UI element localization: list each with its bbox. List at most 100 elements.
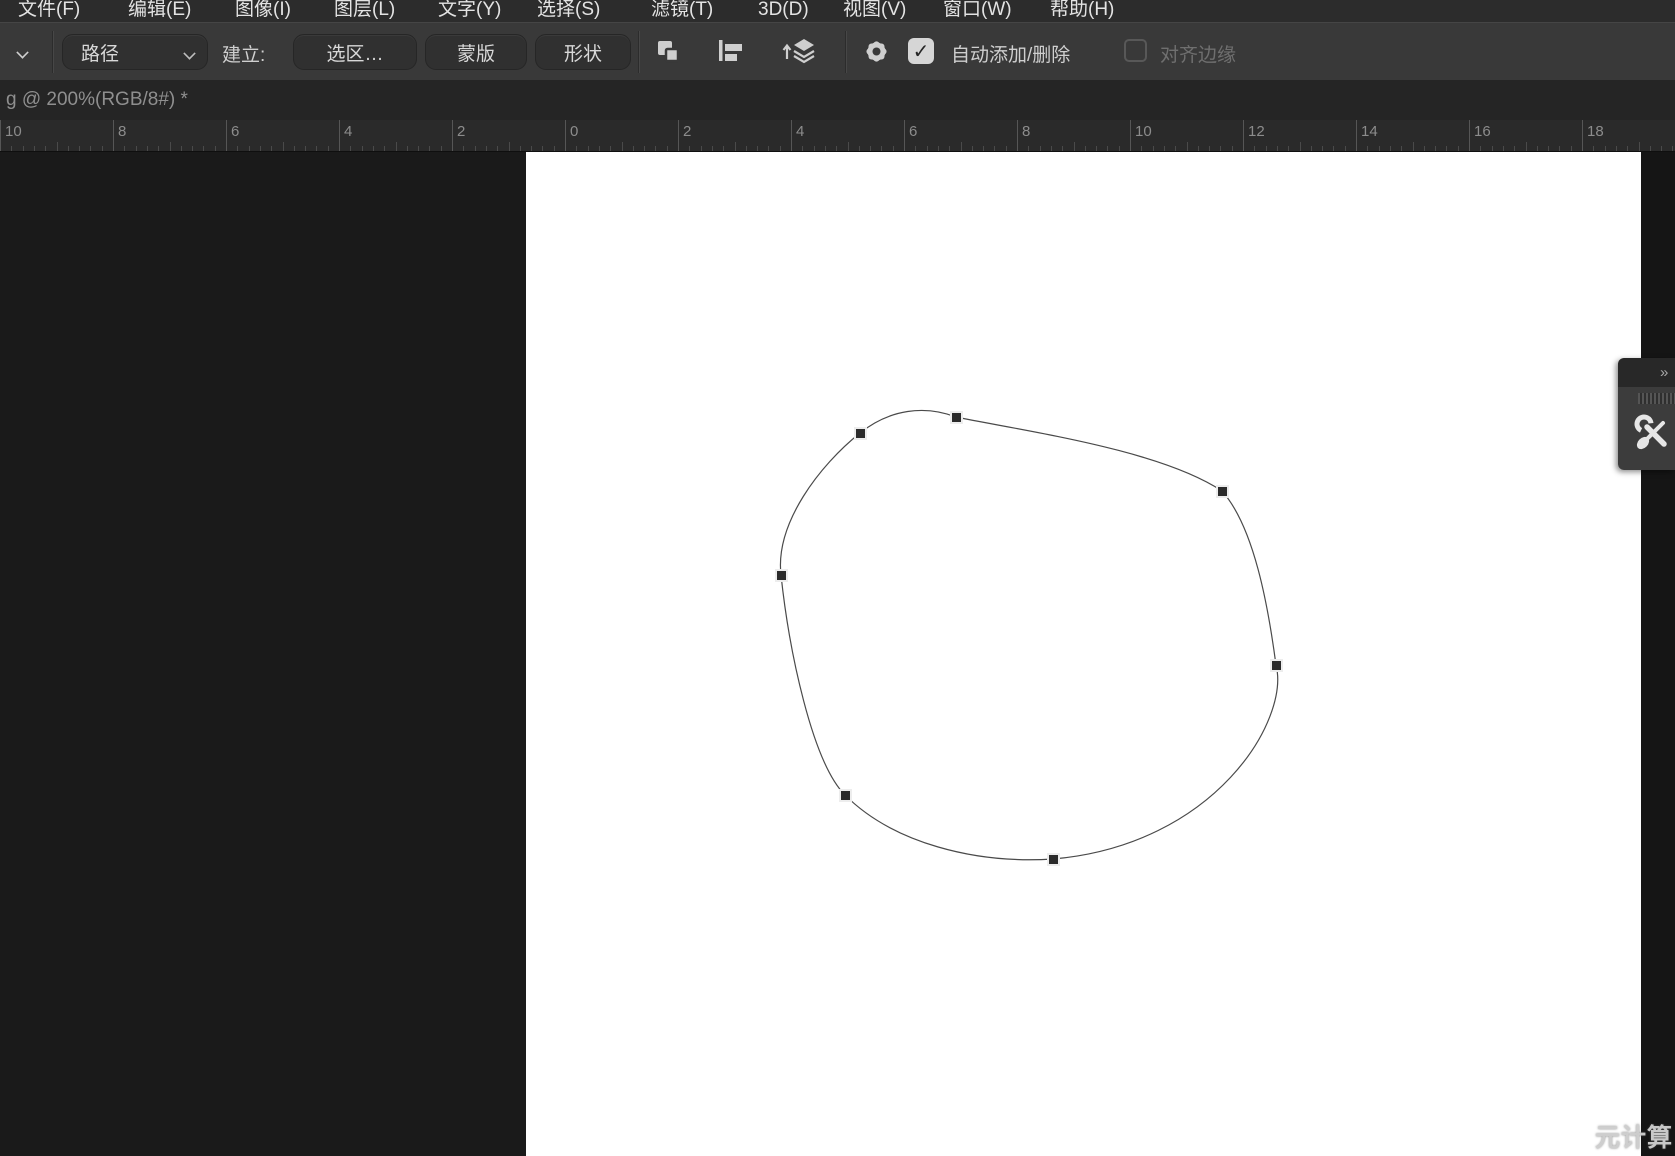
ruler-tick bbox=[1571, 146, 1572, 151]
ruler-tick bbox=[170, 142, 171, 151]
ruler-label: 16 bbox=[1474, 123, 1491, 140]
ruler-tick bbox=[0, 120, 1, 151]
panel-grip-handle[interactable] bbox=[1638, 393, 1675, 404]
ruler-tick bbox=[1582, 120, 1583, 151]
ruler-tick bbox=[1006, 146, 1007, 151]
path-operations-icon[interactable] bbox=[654, 37, 682, 65]
ruler-tick bbox=[1661, 146, 1662, 151]
ruler-tick bbox=[1028, 146, 1029, 151]
ruler-tick bbox=[1480, 146, 1481, 151]
ruler-label: 0 bbox=[570, 123, 578, 140]
ruler-label: 4 bbox=[796, 123, 804, 140]
ruler-tick bbox=[102, 146, 103, 151]
ruler-tick bbox=[475, 146, 476, 151]
ruler-tick bbox=[34, 146, 35, 151]
ruler-tick bbox=[735, 142, 736, 151]
ruler-tick bbox=[994, 146, 995, 151]
ruler-tick bbox=[79, 146, 80, 151]
ruler-tick bbox=[486, 146, 487, 151]
tool-preset-chevron-icon[interactable] bbox=[17, 47, 28, 58]
menu-item-8[interactable]: 视图(V) bbox=[843, 0, 906, 23]
separator bbox=[845, 31, 846, 73]
ruler-label: 12 bbox=[1248, 123, 1265, 140]
menu-item-6[interactable]: 滤镜(T) bbox=[651, 0, 713, 23]
ruler-tick bbox=[1650, 146, 1651, 151]
wrench-screwdriver-icon[interactable] bbox=[1632, 411, 1672, 455]
path-anchor-point-3[interactable] bbox=[1272, 661, 1281, 670]
ruler-tick bbox=[859, 146, 860, 151]
make-mask-button[interactable]: 蒙版 bbox=[425, 34, 527, 70]
ruler-tick bbox=[11, 146, 12, 151]
path-anchor-point-2[interactable] bbox=[1218, 487, 1227, 496]
ruler-tick bbox=[836, 146, 837, 151]
path-anchor-point-0[interactable] bbox=[856, 429, 865, 438]
chevron-down-icon bbox=[183, 47, 195, 59]
ruler-tick bbox=[147, 146, 148, 151]
ruler-tick bbox=[881, 146, 882, 151]
panel-collapse-icon[interactable]: » bbox=[1660, 366, 1675, 380]
ruler-tick bbox=[1616, 146, 1617, 151]
ruler-tick bbox=[520, 146, 521, 151]
ruler-tick bbox=[1379, 146, 1380, 151]
path-anchor-point-1[interactable] bbox=[952, 413, 961, 422]
ruler-tick bbox=[904, 120, 905, 151]
ruler-tick bbox=[1074, 142, 1075, 151]
ruler-tick bbox=[746, 146, 747, 151]
path-mode-dropdown[interactable]: 路径 bbox=[62, 34, 208, 70]
ruler-tick bbox=[1288, 146, 1289, 151]
ruler-tick bbox=[294, 146, 295, 151]
ruler-tick bbox=[712, 146, 713, 151]
make-shape-button[interactable]: 形状 bbox=[535, 34, 631, 70]
document-tab-bar: g @ 200%(RGB/8#) * bbox=[0, 80, 1675, 120]
ruler-tick bbox=[203, 146, 204, 151]
ruler-tick bbox=[1209, 146, 1210, 151]
ruler-label: 10 bbox=[1135, 123, 1152, 140]
document-surface[interactable] bbox=[526, 152, 1641, 1156]
ruler-tick bbox=[1187, 142, 1188, 151]
ruler-tick bbox=[136, 146, 137, 151]
tools-panel-body bbox=[1618, 387, 1675, 470]
ruler-tick bbox=[305, 146, 306, 151]
ruler-tick bbox=[1153, 146, 1154, 151]
path-arrangement-icon[interactable] bbox=[779, 37, 819, 65]
ruler-tick bbox=[565, 120, 566, 151]
menu-item-1[interactable]: 编辑(E) bbox=[128, 0, 191, 23]
ruler-tick bbox=[215, 146, 216, 151]
path-anchor-point-6[interactable] bbox=[777, 571, 786, 580]
menu-item-3[interactable]: 图层(L) bbox=[334, 0, 395, 23]
menu-item-0[interactable]: 文件(F) bbox=[18, 0, 80, 23]
path-mode-value: 路径 bbox=[81, 39, 119, 66]
path-anchor-point-4[interactable] bbox=[1049, 855, 1058, 864]
gear-icon[interactable] bbox=[863, 38, 890, 65]
path-anchor-point-5[interactable] bbox=[841, 791, 850, 800]
ruler-tick bbox=[350, 146, 351, 151]
ruler-tick bbox=[1198, 146, 1199, 151]
separator bbox=[52, 31, 53, 73]
ruler-tick bbox=[418, 146, 419, 151]
auto-add-delete-checkbox[interactable]: ✓ bbox=[908, 38, 934, 64]
ruler-tick bbox=[1300, 142, 1301, 151]
ruler-tick bbox=[45, 146, 46, 151]
ruler-tick bbox=[893, 146, 894, 151]
ruler-tick bbox=[1107, 146, 1108, 151]
menu-item-2[interactable]: 图像(I) bbox=[235, 0, 291, 23]
ruler-tick bbox=[802, 146, 803, 151]
path-alignment-icon[interactable] bbox=[714, 37, 746, 65]
ruler-tick bbox=[1062, 146, 1063, 151]
menu-item-10[interactable]: 帮助(H) bbox=[1050, 0, 1114, 23]
ruler-tick bbox=[249, 146, 250, 151]
ruler-tick bbox=[1503, 146, 1504, 151]
menu-item-5[interactable]: 选择(S) bbox=[537, 0, 600, 23]
ruler-tick bbox=[113, 120, 114, 151]
menu-item-7[interactable]: 3D(D) bbox=[758, 0, 809, 23]
ruler-tick bbox=[1119, 146, 1120, 151]
menu-item-9[interactable]: 窗口(W) bbox=[943, 0, 1012, 23]
ruler-label: 6 bbox=[909, 123, 917, 140]
ruler-tick bbox=[1367, 146, 1368, 151]
ruler-tick bbox=[915, 146, 916, 151]
menu-item-4[interactable]: 文字(Y) bbox=[438, 0, 501, 23]
ruler-tick bbox=[158, 146, 159, 151]
make-selection-button[interactable]: 选区… bbox=[293, 34, 417, 70]
tools-panel-header[interactable]: » bbox=[1618, 358, 1675, 387]
ruler-tick bbox=[1277, 146, 1278, 151]
